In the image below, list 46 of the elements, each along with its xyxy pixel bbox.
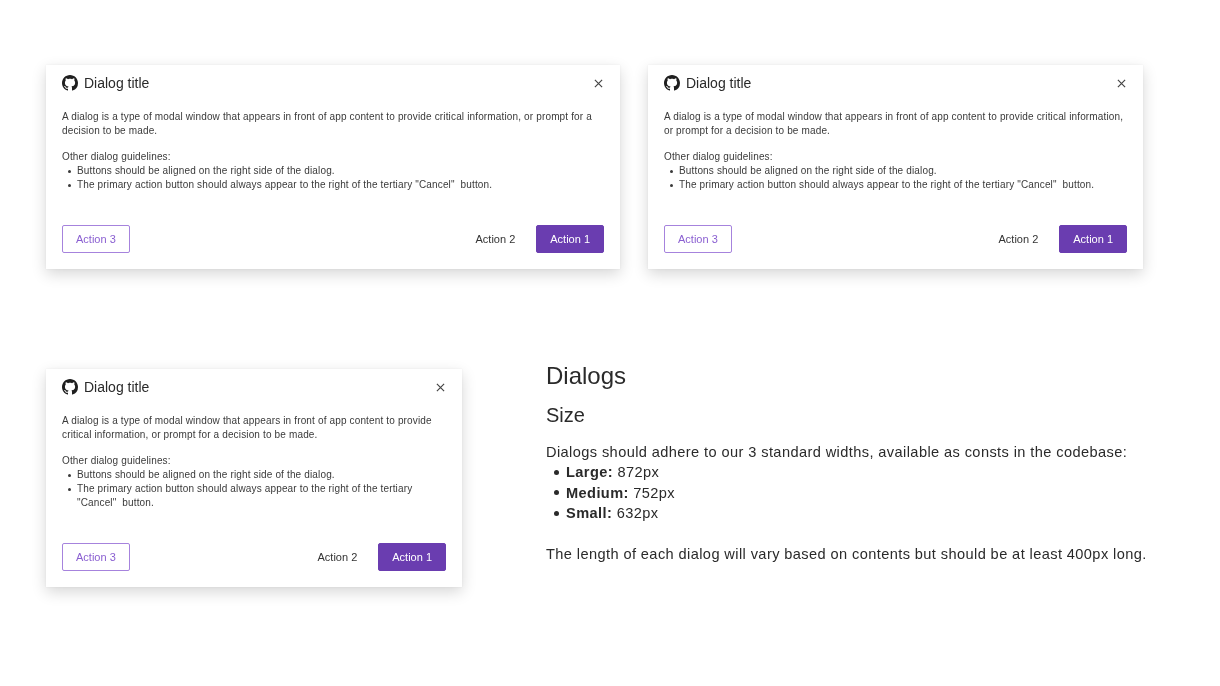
logo-icon <box>664 75 680 91</box>
guideline-text: The primary action button should always appear to the right of the tertiary "Cancel" button. <box>77 178 493 192</box>
bullet-icon <box>670 170 673 173</box>
close-icon[interactable] <box>436 382 445 392</box>
dialog-description: A dialog is a type of modal window that appears in front of app content to provide critical information, or prompt for a decision to be made. <box>664 110 1125 138</box>
bullet-icon <box>554 490 559 496</box>
logo-icon <box>62 75 78 91</box>
action-button[interactable]: Action 3 <box>62 225 130 253</box>
size-item: Small: 632px <box>566 504 659 523</box>
action-button[interactable]: Action 1 <box>536 225 604 253</box>
action-button[interactable]: Action 3 <box>62 543 130 571</box>
action-button[interactable]: Action 2 <box>463 225 528 253</box>
guideline-text: Buttons should be aligned on the right side of the dialog. <box>679 164 937 178</box>
guideline-text: Buttons should be aligned on the right side of the dialog. <box>77 468 335 482</box>
section-heading: Dialogs <box>546 363 628 389</box>
bullet-icon <box>68 184 71 187</box>
bullet-icon <box>554 469 559 475</box>
guidelines-heading: Other dialog guidelines: <box>664 150 774 164</box>
guidelines-heading: Other dialog guidelines: <box>62 150 172 164</box>
bullet-icon <box>554 510 559 516</box>
guidelines-heading: Other dialog guidelines: <box>62 454 172 468</box>
intro-text: Dialogs should adhere to our 3 standard widths, available as consts in the codebase: <box>546 443 1129 462</box>
guideline-text: The primary action button should always appear to the right of the tertiary "Cancel" button. <box>77 482 414 510</box>
dialog-title: Dialog title <box>84 75 150 91</box>
close-icon[interactable] <box>1117 78 1126 88</box>
dialog-description: A dialog is a type of modal window that appears in front of app content to provide critical information, or prompt for a decision to be made. <box>62 110 593 138</box>
bullet-icon <box>68 170 71 173</box>
section-subheading: Size <box>546 403 586 427</box>
logo-icon <box>62 379 78 395</box>
size-item: Medium: 752px <box>566 483 675 503</box>
bullet-icon <box>68 488 71 491</box>
action-button[interactable]: Action 2 <box>305 543 370 571</box>
dialog-title: Dialog title <box>686 75 752 91</box>
dialog-description: A dialog is a type of modal window that appears in front of app content to provide critical information, or prompt for a decision to be made. <box>62 414 433 442</box>
guideline-text: Buttons should be aligned on the right side of the dialog. <box>77 164 335 178</box>
action-button[interactable]: Action 1 <box>378 543 446 571</box>
note-text: The length of each dialog will vary based on contents but should be at least 400px long. <box>546 544 1147 564</box>
action-button[interactable]: Action 2 <box>986 225 1051 253</box>
bullet-icon <box>68 474 71 477</box>
dialog-title: Dialog title <box>84 379 150 395</box>
size-item: Large: 872px <box>566 463 660 482</box>
bullet-icon <box>670 184 673 187</box>
close-icon[interactable] <box>594 78 603 88</box>
guideline-text: The primary action button should always appear to the right of the tertiary "Cancel" button. <box>679 178 1095 192</box>
action-button[interactable]: Action 1 <box>1059 225 1127 253</box>
action-button[interactable]: Action 3 <box>664 225 732 253</box>
